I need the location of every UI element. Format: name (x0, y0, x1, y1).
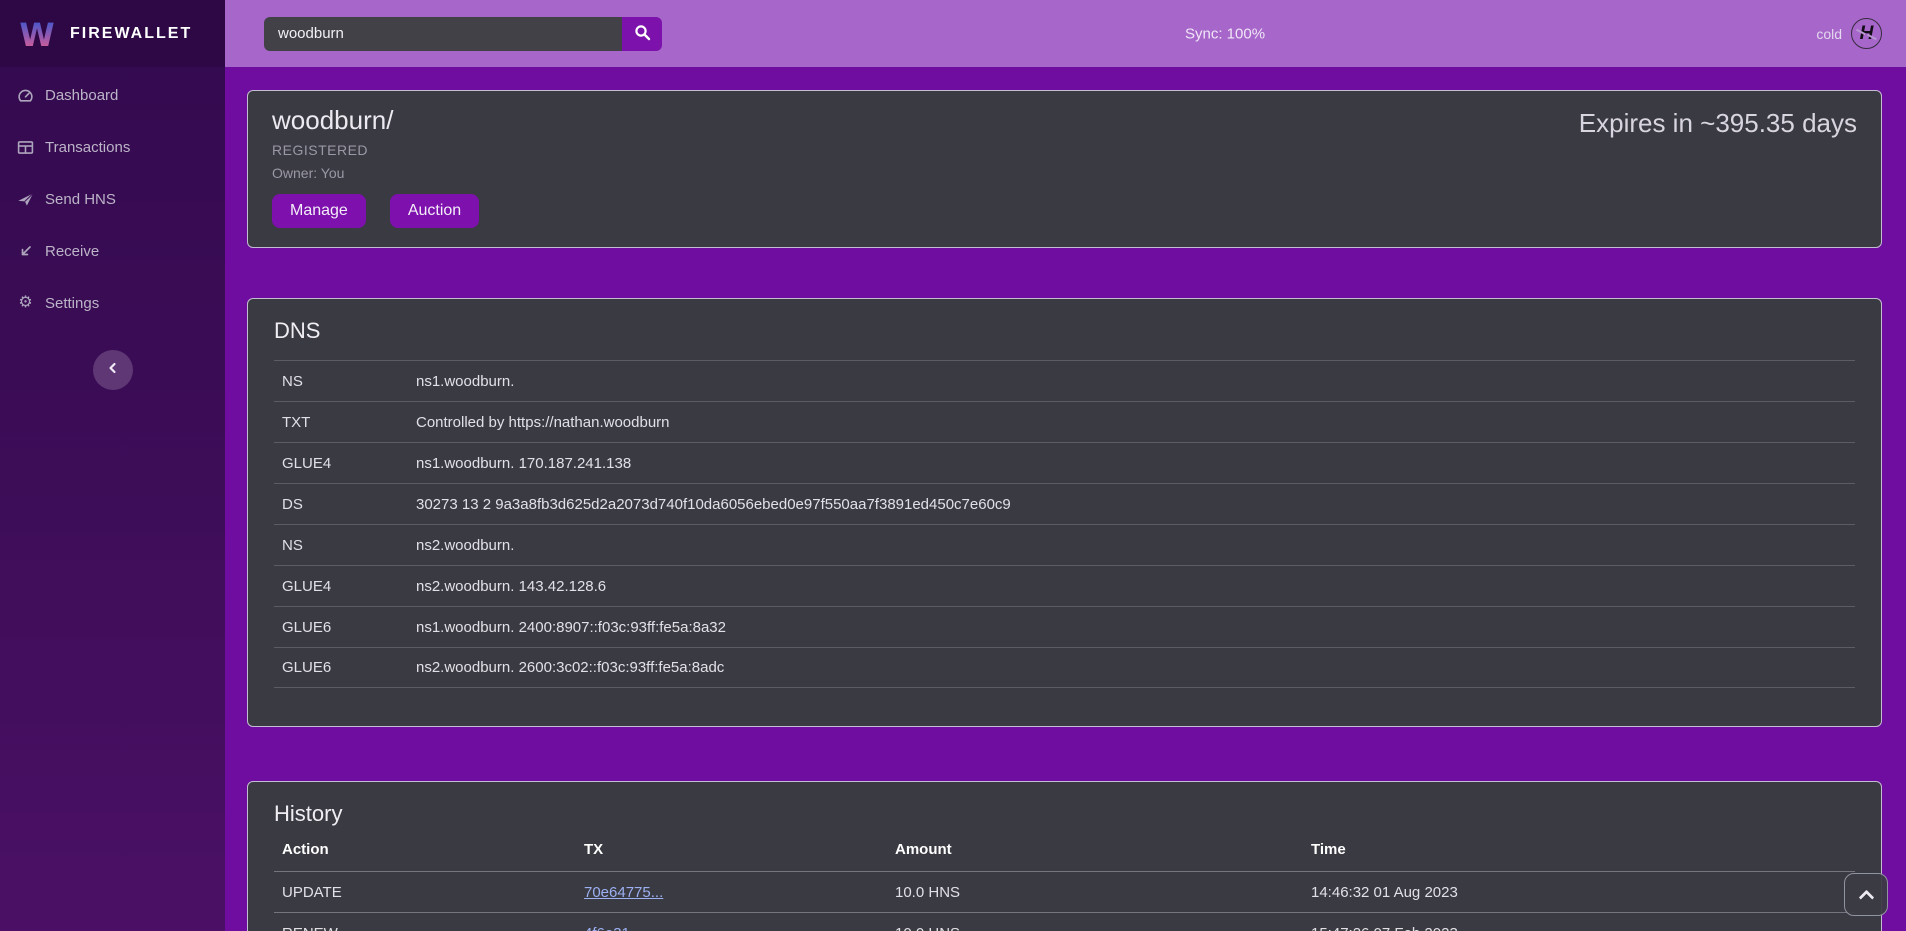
app-root: W FIREWALLET Dashboard Transactions Send H… (0, 0, 1906, 931)
dns-record-value: ns2.woodburn. (416, 537, 1855, 554)
topbar: Sync: 100% cold H (225, 0, 1906, 67)
dns-record-row: GLUE4ns1.woodburn. 170.187.241.138 (274, 442, 1855, 483)
svg-text:W: W (19, 16, 54, 54)
domain-card: woodburn/ REGISTERED Owner: You Manage A… (247, 90, 1882, 248)
sidebar-item-label: Receive (45, 243, 99, 260)
history-row: UPDATE70e64775... 10.0 HNS14:46:32 01 Aug… (274, 871, 1855, 912)
dns-record-type: GLUE4 (274, 455, 416, 472)
chevron-up-icon (1858, 889, 1874, 905)
dns-record-value: ns1.woodburn. 2400:8907::f03c:93ff:fe5a:… (416, 619, 1855, 636)
history-amount: 10.0 HNS (895, 925, 1311, 931)
receive-icon (17, 243, 34, 260)
history-body: UPDATE70e64775...10.0 HNS14:46:32 01 Aug… (274, 871, 1855, 931)
sidebar-header: W FIREWALLET (0, 0, 225, 67)
sidebar-item-label: Transactions (45, 139, 130, 156)
scroll-to-top-button[interactable] (1844, 873, 1888, 916)
handshake-icon[interactable]: H (1851, 18, 1882, 49)
dns-record-row: GLUE6ns2.woodburn. 2600:3c02::f03c:93ff:… (274, 647, 1855, 688)
dns-record-value: ns1.woodburn. (416, 373, 1855, 390)
sidebar-item-settings[interactable]: ⚙ Settings (0, 277, 225, 329)
search-button[interactable] (622, 17, 662, 51)
dns-table: NSns1.woodburn.TXTControlled by https://… (274, 360, 1855, 688)
history-col-time: Time (1311, 841, 1855, 858)
dns-record-type: NS (274, 373, 416, 390)
dns-record-row: GLUE6ns1.woodburn. 2400:8907::f03c:93ff:… (274, 606, 1855, 647)
content: woodburn/ REGISTERED Owner: You Manage A… (225, 67, 1906, 931)
history-action: RENEW (274, 925, 584, 931)
domain-status: REGISTERED (272, 142, 1857, 158)
dns-record-row: GLUE4ns2.woodburn. 143.42.128.6 (274, 565, 1855, 606)
dns-record-type: GLUE6 (274, 619, 416, 636)
dns-record-value: Controlled by https://nathan.woodburn (416, 414, 1855, 431)
history-tx-cell: 70e64775... (584, 884, 895, 901)
auction-button[interactable]: Auction (390, 194, 479, 228)
sidebar-item-label: Dashboard (45, 87, 118, 104)
history-col-amount: Amount (895, 841, 1311, 858)
dns-record-type: TXT (274, 414, 416, 431)
main-area: Sync: 100% cold H woodburn/ REGISTERED O… (225, 0, 1906, 931)
domain-buttons: Manage Auction (272, 194, 1857, 228)
search-icon (634, 24, 651, 44)
sidebar-item-receive[interactable]: Receive (0, 225, 225, 277)
domain-expires: Expires in ~395.35 days (1579, 108, 1857, 139)
brand-name: FIREWALLET (70, 25, 192, 43)
history-action: UPDATE (274, 884, 584, 901)
sidebar-item-label: Send HNS (45, 191, 116, 208)
sidebar-item-dashboard[interactable]: Dashboard (0, 69, 225, 121)
history-card: History Action TX Amount Time UPDATE70e6… (247, 781, 1882, 931)
dns-record-type: DS (274, 496, 416, 513)
dns-record-row: TXTControlled by https://nathan.woodburn (274, 401, 1855, 442)
settings-icon: ⚙ (17, 295, 34, 312)
manage-button[interactable]: Manage (272, 194, 366, 228)
tx-link[interactable]: 4f6e31... (584, 925, 642, 931)
dns-record-value: 30273 13 2 9a3a8fb3d625d2a2073d740f10da6… (416, 496, 1855, 513)
dns-record-row: NSns1.woodburn. (274, 360, 1855, 401)
history-card-title: History (274, 801, 1855, 827)
history-tx-cell: 4f6e31... (584, 925, 895, 931)
history-col-tx: TX (584, 841, 895, 858)
history-row: RENEW4f6e31... 10.0 HNS15:47:26 07 Feb 20… (274, 912, 1855, 931)
dns-record-type: NS (274, 537, 416, 554)
dns-record-value: ns1.woodburn. 170.187.241.138 (416, 455, 1855, 472)
domain-owner: Owner: You (272, 165, 1857, 181)
sync-status: Sync: 100% (1185, 25, 1265, 42)
history-col-action: Action (274, 841, 584, 858)
history-time: 14:46:32 01 Aug 2023 (1311, 884, 1855, 901)
firewallet-logo-icon: W (16, 13, 58, 55)
sidebar-collapse-button[interactable] (93, 350, 133, 390)
sidebar: W FIREWALLET Dashboard Transactions Send H… (0, 0, 225, 931)
search-group (264, 17, 662, 51)
dashboard-icon (17, 87, 34, 104)
send-icon (17, 191, 34, 208)
chevron-left-icon (105, 360, 121, 381)
dns-record-value: ns2.woodburn. 2600:3c02::f03c:93ff:fe5a:… (416, 659, 1855, 676)
dns-record-row: NSns2.woodburn. (274, 524, 1855, 565)
dns-card: DNS NSns1.woodburn.TXTControlled by http… (247, 298, 1882, 727)
history-time: 15:47:26 07 Feb 2023 (1311, 925, 1855, 931)
search-input[interactable] (264, 17, 622, 51)
dns-record-type: GLUE6 (274, 659, 416, 676)
sidebar-item-transactions[interactable]: Transactions (0, 121, 225, 173)
dns-record-row: DS30273 13 2 9a3a8fb3d625d2a2073d740f10d… (274, 483, 1855, 524)
wallet-name: cold (1816, 26, 1842, 42)
wallet-group: cold H (1816, 18, 1882, 49)
dns-record-type: GLUE4 (274, 578, 416, 595)
history-amount: 10.0 HNS (895, 884, 1311, 901)
sidebar-item-send-hns[interactable]: Send HNS (0, 173, 225, 225)
dns-card-title: DNS (274, 318, 1855, 344)
dns-record-value: ns2.woodburn. 143.42.128.6 (416, 578, 1855, 595)
sidebar-menu: Dashboard Transactions Send HNS Receive ⚙ Set… (0, 67, 225, 329)
sidebar-item-label: Settings (45, 295, 99, 312)
history-header-row: Action TX Amount Time (274, 827, 1855, 871)
tx-link[interactable]: 70e64775... (584, 884, 663, 901)
transactions-icon (17, 139, 34, 156)
